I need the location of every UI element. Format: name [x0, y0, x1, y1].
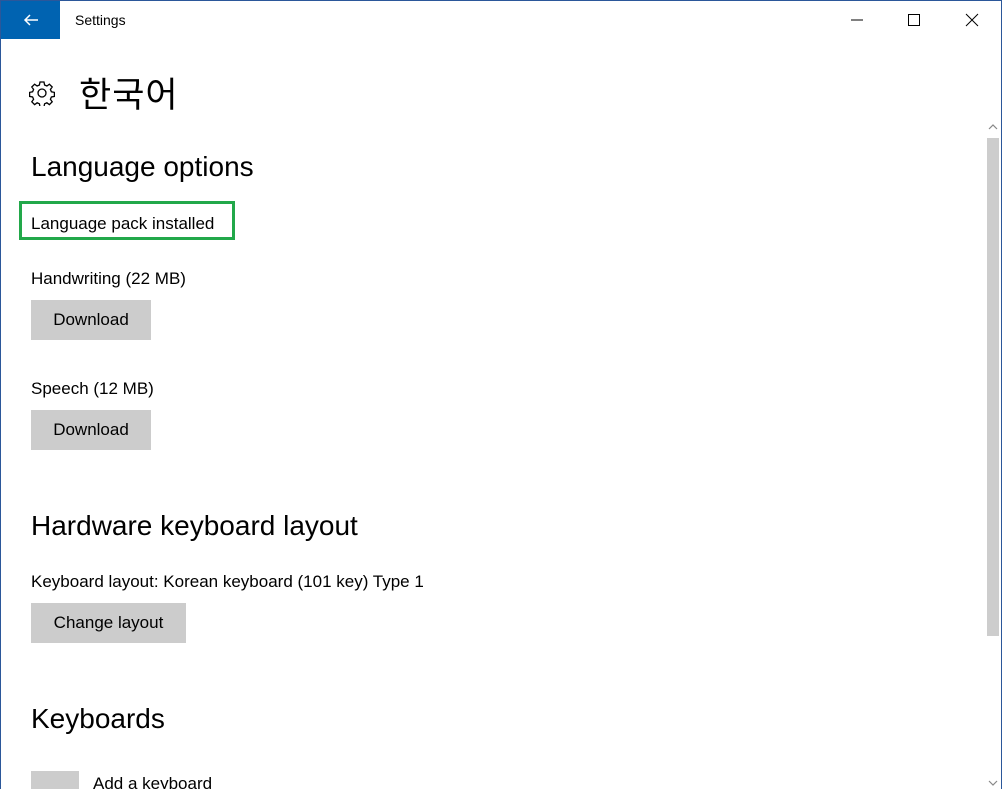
speech-download-button[interactable]: Download [31, 410, 151, 450]
hardware-keyboard-heading: Hardware keyboard layout [31, 510, 358, 541]
close-button[interactable] [943, 1, 1001, 39]
back-button[interactable] [1, 1, 60, 39]
minimize-icon [851, 19, 863, 21]
maximize-icon [908, 14, 920, 26]
close-icon [965, 13, 979, 27]
window-title: Settings [75, 12, 126, 28]
vertical-scrollbar[interactable] [985, 120, 1001, 789]
add-keyboard-icon[interactable] [31, 771, 79, 789]
speech-label: Speech (12 MB) [31, 379, 154, 398]
highlight-box [19, 201, 235, 240]
scroll-down-arrow-icon[interactable] [988, 778, 998, 788]
keyboard-layout-label: Keyboard layout: Korean keyboard (101 ke… [31, 572, 424, 591]
page-header: 한국어 [29, 67, 179, 118]
back-arrow-icon [23, 14, 38, 26]
settings-window: Settings 한국어 Language options Language p… [0, 0, 1002, 789]
scrollbar-thumb[interactable] [987, 138, 999, 636]
handwriting-download-button[interactable]: Download [31, 300, 151, 340]
title-bar: Settings [1, 1, 1001, 39]
language-options-heading: Language options [31, 151, 254, 182]
scroll-up-arrow-icon[interactable] [988, 122, 998, 132]
change-layout-button[interactable]: Change layout [31, 603, 186, 643]
keyboards-heading: Keyboards [31, 703, 165, 734]
handwriting-label: Handwriting (22 MB) [31, 269, 186, 288]
page-title: 한국어 [79, 76, 179, 116]
minimize-button[interactable] [828, 1, 886, 39]
gear-icon [29, 80, 55, 106]
maximize-button[interactable] [885, 1, 943, 39]
add-keyboard-label[interactable]: Add a keyboard [93, 774, 212, 789]
